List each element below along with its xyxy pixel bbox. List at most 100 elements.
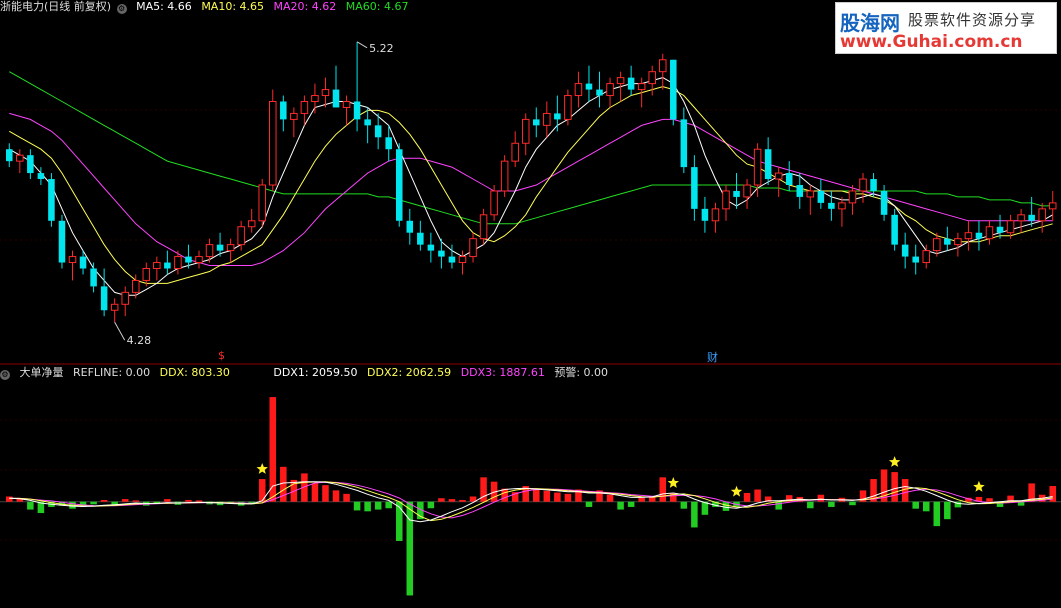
- ddx-bar: [817, 494, 825, 502]
- candle-body: [300, 101, 309, 114]
- ma60-label: MA60: 4.67: [345, 0, 409, 13]
- candle-body: [680, 119, 688, 168]
- ddx-bar: [533, 488, 540, 502]
- stock-title: 浙能电力(日线 前复权): [0, 0, 112, 13]
- candle-body: [364, 119, 371, 126]
- candle-body: [996, 226, 1004, 233]
- ddx-bar: [448, 499, 456, 502]
- candle-body: [616, 77, 625, 85]
- candle-body: [311, 95, 319, 102]
- refline-label: REFLINE: 0.00: [73, 366, 151, 379]
- high-label: 5.22: [369, 42, 394, 55]
- candle-body: [385, 137, 392, 150]
- candle-body: [554, 113, 561, 120]
- candle-body: [406, 220, 414, 233]
- candle-body: [922, 250, 931, 264]
- low-pointer: [114, 321, 126, 341]
- candle-body: [596, 89, 603, 96]
- ddx-bar-series: [6, 397, 1056, 596]
- candle-body: [806, 190, 815, 198]
- candle-body: [985, 226, 994, 240]
- candle: [100, 268, 108, 317]
- candle: [670, 59, 677, 126]
- finance-marker[interactable]: 财: [707, 349, 718, 365]
- dollar-marker[interactable]: $: [218, 349, 225, 362]
- candle-body: [153, 262, 161, 269]
- ddx-bar: [986, 498, 993, 502]
- candle: [944, 226, 951, 251]
- candle-body: [817, 190, 825, 203]
- candle-body: [490, 190, 498, 216]
- ddx-bar: [164, 499, 171, 502]
- candle: [627, 65, 635, 96]
- ddx-bar: [606, 494, 614, 502]
- candle: [90, 262, 97, 293]
- ddx-bar: [100, 499, 108, 502]
- candle: [205, 238, 214, 263]
- candle: [311, 83, 319, 114]
- ddx-bar: [427, 501, 435, 509]
- candle-body: [16, 154, 24, 162]
- ddx-bar: [891, 472, 898, 502]
- candle: [6, 143, 13, 168]
- candle-body: [427, 244, 435, 251]
- guhai-logo: 股海网 股票软件资源分享 www.Guhai.com.cn: [835, 2, 1057, 54]
- candle-body: [627, 77, 635, 90]
- ddx-bar: [343, 493, 350, 502]
- chart-stage: 5.22 4.28: [0, 41, 1061, 596]
- candle-body: [216, 244, 224, 251]
- candle-body: [321, 89, 330, 97]
- candle: [785, 161, 793, 191]
- ddx-bar: [627, 501, 635, 507]
- candle-body: [774, 172, 783, 180]
- candle: [701, 196, 709, 233]
- ddx-bar: [543, 490, 551, 502]
- candle-body: [142, 268, 151, 281]
- candle-body: [58, 220, 66, 263]
- candle-body: [912, 256, 919, 263]
- candle-body: [648, 71, 656, 85]
- ddx-bar: [185, 499, 192, 502]
- candle: [954, 232, 962, 257]
- candle: [500, 155, 509, 197]
- candle-body: [438, 250, 445, 257]
- ddx-bar: [374, 501, 382, 510]
- candle-body: [342, 101, 351, 108]
- ddx-bar: [743, 493, 751, 502]
- candle-body: [964, 232, 973, 240]
- candle: [27, 149, 34, 180]
- settings-icon[interactable]: ⚙: [116, 4, 127, 14]
- candle: [996, 214, 1004, 239]
- high-pointer: [356, 41, 368, 49]
- candle-body: [48, 179, 55, 221]
- candle: [427, 232, 435, 263]
- candle-body: [975, 232, 983, 239]
- ddx-bar: [132, 500, 140, 502]
- candle-body: [79, 256, 87, 269]
- star-icon: [888, 456, 901, 467]
- candle: [417, 220, 424, 251]
- candle: [521, 113, 530, 156]
- ddx-bar: [849, 501, 856, 506]
- candle-body: [933, 238, 941, 252]
- candle-body: [68, 256, 77, 264]
- indicator-settings-icon[interactable]: ⚙: [0, 370, 10, 380]
- ddx-bar: [501, 488, 508, 502]
- ddx-bar: [638, 497, 645, 502]
- candle: [332, 65, 340, 108]
- ddx-bar: [195, 500, 203, 502]
- candle-body: [110, 303, 119, 311]
- candle-body: [838, 202, 846, 210]
- candle-body: [711, 208, 720, 222]
- ddx-bar: [406, 501, 414, 596]
- candle-body: [701, 208, 709, 221]
- ddx-bar: [680, 501, 688, 509]
- ddx-bar: [90, 501, 97, 505]
- candle: [912, 244, 919, 275]
- candle-body: [1028, 214, 1035, 221]
- candle-body: [564, 95, 572, 120]
- candle-body: [848, 190, 857, 204]
- candle: [880, 185, 888, 221]
- ddx2-label: DDX2: 2062.59: [367, 366, 452, 379]
- candle-body: [280, 101, 287, 120]
